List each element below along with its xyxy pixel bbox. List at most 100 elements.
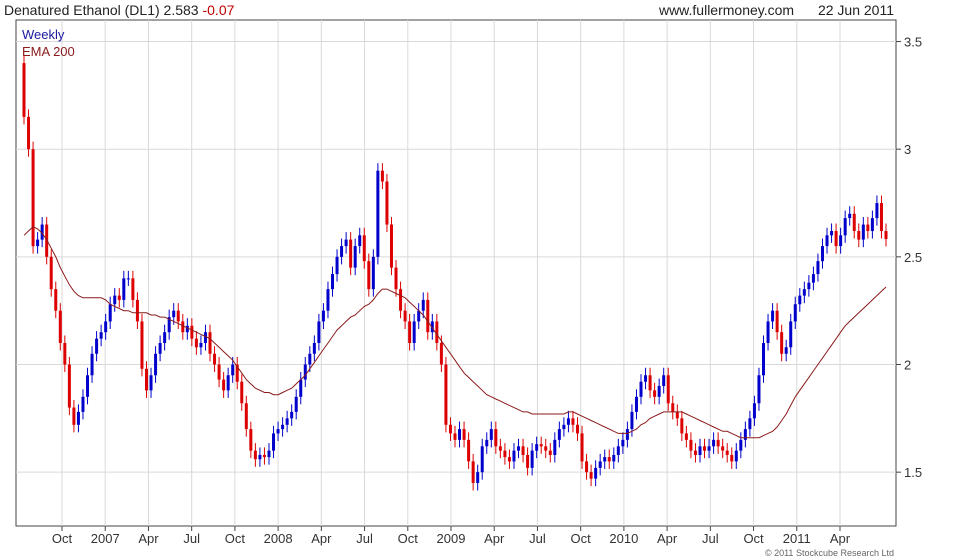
price-bar <box>725 450 729 455</box>
price-bar <box>249 429 253 451</box>
price-bar <box>780 332 784 354</box>
x-tick-label: 2010 <box>609 531 638 546</box>
price-bar <box>471 461 475 483</box>
price-bar <box>825 235 829 247</box>
price-bar <box>172 310 176 318</box>
price-bar <box>27 116 31 150</box>
price-bar <box>362 235 366 262</box>
price-bar <box>607 457 611 462</box>
price-bar <box>834 231 838 247</box>
price-bar <box>507 457 511 462</box>
price-bar <box>349 239 353 268</box>
price-bar <box>766 321 770 343</box>
price-bar <box>81 396 85 412</box>
price-bar <box>707 446 711 451</box>
price-bar <box>512 450 516 462</box>
price-bar <box>131 278 135 300</box>
price-bar <box>698 446 702 455</box>
price-bar <box>816 261 820 275</box>
x-tick-label: 2011 <box>783 531 811 546</box>
price-bar <box>281 424 285 430</box>
price-bar <box>421 299 425 311</box>
price-bar <box>408 321 412 343</box>
price-bar <box>571 418 575 425</box>
y-tick-label: 3.5 <box>904 35 922 50</box>
price-bar <box>49 256 53 290</box>
price-bar <box>276 429 280 434</box>
price-bar <box>371 256 375 290</box>
price-bar <box>680 418 684 434</box>
price-bar <box>208 332 212 354</box>
price-bar <box>653 390 657 397</box>
price-bar <box>58 310 62 343</box>
copyright-note: © 2011 Stockcube Research Ltd <box>764 548 894 558</box>
price-bar <box>203 332 207 343</box>
price-bar <box>870 218 874 232</box>
price-bar <box>113 295 117 305</box>
price-bar <box>716 439 720 447</box>
price-bar <box>575 424 579 434</box>
price-bar <box>489 429 493 440</box>
price-bar <box>875 203 879 219</box>
price-bar <box>285 418 289 425</box>
price-bar <box>562 424 566 430</box>
price-bar <box>376 170 380 257</box>
price-bar <box>326 289 330 311</box>
price-bar <box>267 450 271 458</box>
price-bar <box>104 321 108 333</box>
price-bar <box>312 342 316 354</box>
price-bar <box>739 439 743 451</box>
x-tick-label: Oct <box>571 531 592 546</box>
x-tick-label: Apr <box>830 531 851 546</box>
price-bar <box>194 338 198 348</box>
price-bar <box>793 304 797 322</box>
x-tick-label: 2008 <box>264 531 293 546</box>
price-bar <box>199 342 203 348</box>
price-bar <box>353 246 357 268</box>
x-tick-label: Apr <box>311 531 332 546</box>
price-bar <box>99 332 103 339</box>
y-tick-label: 1.5 <box>904 465 922 480</box>
legend-ema-200: EMA 200 <box>22 44 75 59</box>
price-bar <box>231 364 235 376</box>
price-bar <box>594 467 598 479</box>
price-bar <box>67 364 71 408</box>
price-bar <box>585 461 589 473</box>
price-bar <box>299 379 303 397</box>
x-tick-label: Jul <box>529 531 546 546</box>
price-bar <box>539 444 543 447</box>
price-bar <box>149 375 153 391</box>
x-tick-label: Jul <box>702 531 719 546</box>
price-bar <box>852 213 856 232</box>
price-bar <box>217 364 221 380</box>
price-bar <box>176 310 180 322</box>
price-bar <box>517 446 521 451</box>
price-bar <box>467 439 471 462</box>
price-bar <box>222 379 226 391</box>
price-bar <box>775 310 779 333</box>
x-tick-label: Jul <box>183 531 200 546</box>
price-bar <box>462 429 466 440</box>
price-bar <box>185 325 189 333</box>
x-tick-label: Oct <box>225 531 246 546</box>
price-bar <box>240 381 244 404</box>
price-bar <box>757 375 761 404</box>
price-bar <box>154 353 158 376</box>
price-bar <box>494 429 498 447</box>
price-bar <box>31 149 35 247</box>
price-bar <box>453 433 457 440</box>
price-bar <box>866 224 870 232</box>
price-bar <box>385 181 389 225</box>
price-bar <box>843 218 847 236</box>
price-bar <box>789 321 793 348</box>
price-bar <box>879 203 883 232</box>
price-bar <box>90 353 94 376</box>
price-bar <box>95 338 99 354</box>
price-bar <box>36 239 40 247</box>
price-bar <box>712 439 716 447</box>
price-bar <box>367 261 371 290</box>
price-bar <box>721 446 725 451</box>
price-bar <box>662 375 666 387</box>
price-bar <box>848 213 852 219</box>
price-bar <box>72 407 76 425</box>
